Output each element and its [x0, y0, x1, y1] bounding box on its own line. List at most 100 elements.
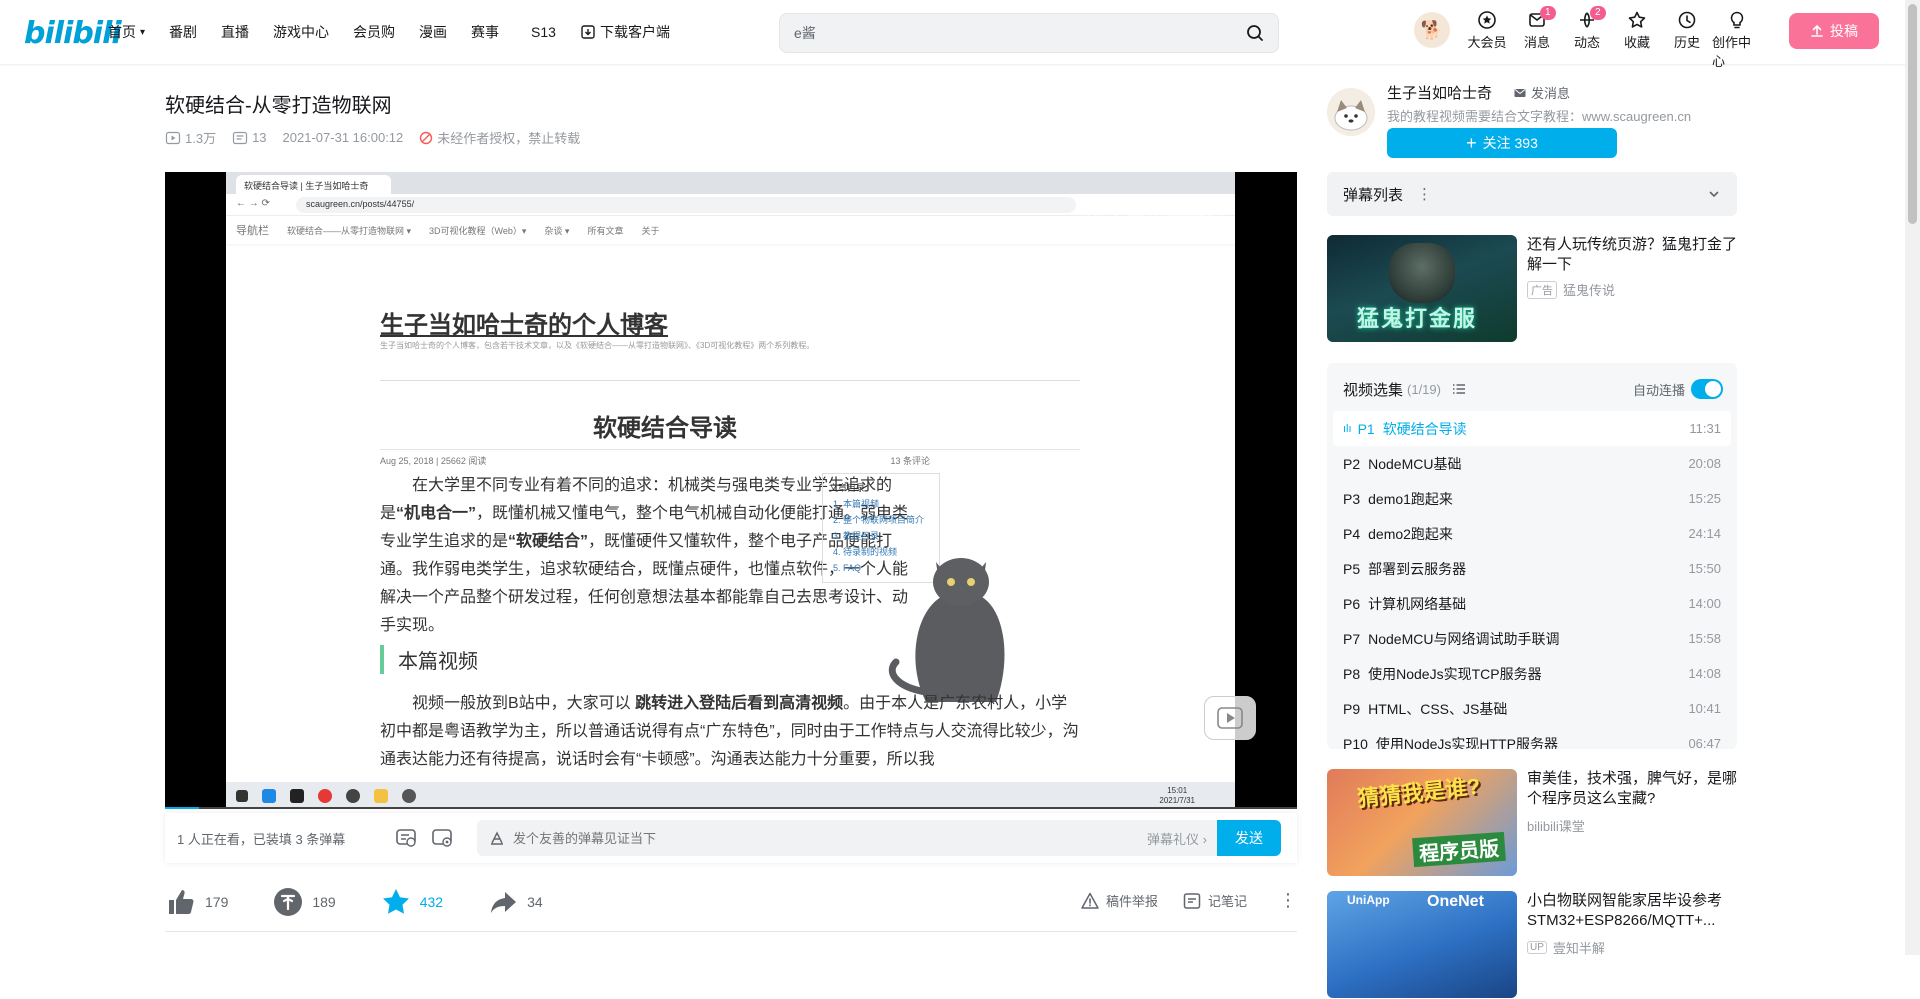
report-button[interactable]: 稿件举报: [1080, 891, 1158, 911]
header-history[interactable]: 历史: [1662, 10, 1712, 51]
playlist-items: ılı P1 软硬结合导读 11:31 P2 NodeMCU基础 20:08 P3 d…: [1333, 411, 1731, 749]
autoplay-toggle[interactable]: [1691, 379, 1723, 399]
more-icon[interactable]: ⋮: [1279, 890, 1297, 911]
windows-taskbar: 15:01 2021/7/31: [226, 782, 1235, 809]
header-vip[interactable]: 大会员: [1462, 10, 1512, 51]
page-scrollbar[interactable]: [1905, 0, 1920, 955]
recommended-video[interactable]: UniApp OneNet 小白物联网智能家居毕设参考STM32+ESP8266…: [1327, 891, 1737, 999]
husky-avatar-icon: [1327, 88, 1375, 136]
scrollbar-thumb[interactable]: [1908, 4, 1917, 224]
list-icon[interactable]: [1451, 381, 1467, 397]
browser-tabstrip: 软硬结合导读 | 生子当如哈士奇: [226, 172, 1235, 194]
upload-button[interactable]: 投稿: [1789, 13, 1879, 49]
back-icon: ← → ⟳: [236, 198, 270, 209]
autoplay-control: 自动连播: [1633, 379, 1723, 399]
uploader-name[interactable]: 生子当如哈士奇: [1387, 82, 1492, 103]
blog-nav-item: 杂谈 ▾: [544, 225, 570, 236]
user-avatar[interactable]: 🐕: [1414, 12, 1450, 48]
chevron-down-icon: ▾: [140, 26, 146, 38]
send-message-label: 发消息: [1531, 86, 1571, 101]
video-frame: 软硬结合导读 | 生子当如哈士奇 ← → ⟳ scaugreen.cn/post…: [226, 172, 1235, 809]
search-box: [779, 13, 1279, 53]
send-danmaku-button[interactable]: 发送: [1217, 820, 1281, 856]
playlist-item[interactable]: P4 demo2跑起来 24:14: [1333, 516, 1731, 551]
favorite-button[interactable]: 432: [380, 886, 443, 918]
bilibili-logo[interactable]: bilibili: [24, 16, 122, 51]
danmaku-toggle-icon[interactable]: [395, 827, 417, 849]
browser-toolbar: ← → ⟳ scaugreen.cn/posts/44755/: [226, 194, 1235, 216]
playlist-item[interactable]: P8 使用NodeJs实现TCP服务器 14:08: [1333, 656, 1731, 691]
playlist-item[interactable]: P2 NodeMCU基础 20:08: [1333, 446, 1731, 481]
follow-button[interactable]: + 关注 393: [1387, 128, 1617, 158]
episode-number: P2: [1343, 455, 1361, 472]
coin-button[interactable]: 189: [272, 886, 336, 918]
blog-subtitle: 生子当如哈士奇的个人博客，包含若干技术文章，以及《软硬结合——从零打造物联网》、…: [380, 341, 815, 350]
recommended-title[interactable]: 审美佳，技术强，脾气好，是哪个程序员这么宝藏?: [1527, 769, 1737, 809]
share-button[interactable]: 34: [487, 886, 543, 918]
danmaku-settings-icon[interactable]: [431, 827, 453, 849]
blog-nav-item: 关于: [641, 225, 660, 236]
post-date: Aug 25, 2018 | 25662 阅读: [380, 456, 487, 466]
danmaku-list-label: 弹幕列表: [1343, 186, 1404, 204]
follow-label: 关注 393: [1482, 135, 1538, 151]
playlist-item[interactable]: P6 计算机网络基础 14:00: [1333, 586, 1731, 621]
video-progress-bar[interactable]: [165, 807, 1297, 809]
nav-game[interactable]: 游戏中心: [273, 22, 329, 42]
header-dynamic[interactable]: 2 动态: [1562, 6, 1612, 51]
header-creator[interactable]: 创作中心: [1712, 10, 1762, 70]
ad-title[interactable]: 还有人玩传统页游？猛鬼打金了解一下: [1527, 235, 1737, 275]
bulb-icon: [1730, 11, 1744, 29]
episode-duration: 15:25: [1688, 491, 1721, 506]
nav-match[interactable]: 赛事: [471, 22, 499, 42]
blog-nav-item: 所有文章: [587, 225, 624, 236]
episode-duration: 14:08: [1688, 666, 1721, 681]
chevron-down-icon[interactable]: [1707, 187, 1721, 201]
nav-live[interactable]: 直播: [221, 22, 249, 42]
nav-s13[interactable]: S13: [531, 22, 556, 42]
header-vip-label: 大会员: [1467, 35, 1507, 50]
ad-card[interactable]: 猛鬼打金服 还有人玩传统页游？猛鬼打金了解一下 广告 猛鬼传说: [1327, 235, 1737, 343]
video-player[interactable]: 软硬结合导读 | 生子当如哈士奇 ← → ⟳ scaugreen.cn/post…: [165, 172, 1297, 809]
recommended-uploader[interactable]: 壹知半解: [1553, 938, 1605, 957]
playlist-item[interactable]: P7 NodeMCU与网络调试助手联调 15:58: [1333, 621, 1731, 656]
search-input[interactable]: [794, 25, 1246, 41]
recommended-title[interactable]: 小白物联网智能家居毕设参考STM32+ESP8266/MQTT+...: [1527, 891, 1737, 931]
header-favorite-label: 收藏: [1623, 35, 1650, 50]
download-icon: [581, 25, 595, 39]
playlist-item[interactable]: P5 部署到云服务器 15:50: [1333, 551, 1731, 586]
danmaku-etiquette-link[interactable]: 弹幕礼仪 ›: [1147, 829, 1207, 848]
episode-number: P8: [1343, 665, 1361, 682]
views-stat: 1.3万: [165, 128, 216, 147]
danmaku-list-header[interactable]: 弹幕列表 ⋮: [1327, 172, 1737, 216]
header-favorite[interactable]: 收藏: [1612, 10, 1662, 51]
text-format-icon[interactable]: [489, 830, 505, 846]
more-vertical-icon[interactable]: ⋮: [1417, 185, 1432, 203]
nav-home[interactable]: 首页 ▾: [108, 22, 145, 42]
header-creator-label: 创作中心: [1712, 35, 1752, 69]
note-button[interactable]: 记笔记: [1182, 891, 1247, 911]
nav-manga[interactable]: 漫画: [419, 22, 447, 42]
header-message[interactable]: 1 消息: [1512, 6, 1562, 51]
uploader-avatar[interactable]: [1327, 88, 1375, 136]
recommended-video[interactable]: 猜猜我是谁? 程序员版 审美佳，技术强，脾气好，是哪个程序员这么宝藏? bili…: [1327, 769, 1737, 877]
nav-bangumi[interactable]: 番剧: [169, 22, 197, 42]
browser-tab: 软硬结合导读 | 生子当如哈士奇: [236, 175, 391, 194]
terminal-icon: [290, 788, 304, 803]
send-message-link[interactable]: 发消息: [1513, 83, 1570, 102]
like-button[interactable]: 179: [165, 886, 228, 918]
now-playing-icon: ılı: [1343, 422, 1352, 435]
playlist-item[interactable]: P10 使用NodeJs实现HTTP服务器 06:47: [1333, 726, 1731, 750]
nav-download[interactable]: 下载客户端: [580, 22, 670, 42]
recommended-uploader[interactable]: bilibili课堂: [1527, 816, 1585, 835]
episode-duration: 15:58: [1688, 631, 1721, 646]
play-button[interactable]: [1204, 696, 1256, 740]
episode-number: P3: [1343, 490, 1361, 507]
playlist-item[interactable]: P9 HTML、CSS、JS基础 10:41: [1333, 691, 1731, 726]
nav-mall[interactable]: 会员购: [353, 22, 395, 42]
upload-icon: [1811, 24, 1823, 37]
playlist-item[interactable]: ılı P1 软硬结合导读 11:31: [1333, 411, 1731, 446]
search-icon[interactable]: [1246, 24, 1264, 42]
playlist-item[interactable]: P3 demo1跑起来 15:25: [1333, 481, 1731, 516]
clock-date: 2021/7/31: [1159, 796, 1195, 805]
danmaku-input[interactable]: [513, 830, 1148, 846]
